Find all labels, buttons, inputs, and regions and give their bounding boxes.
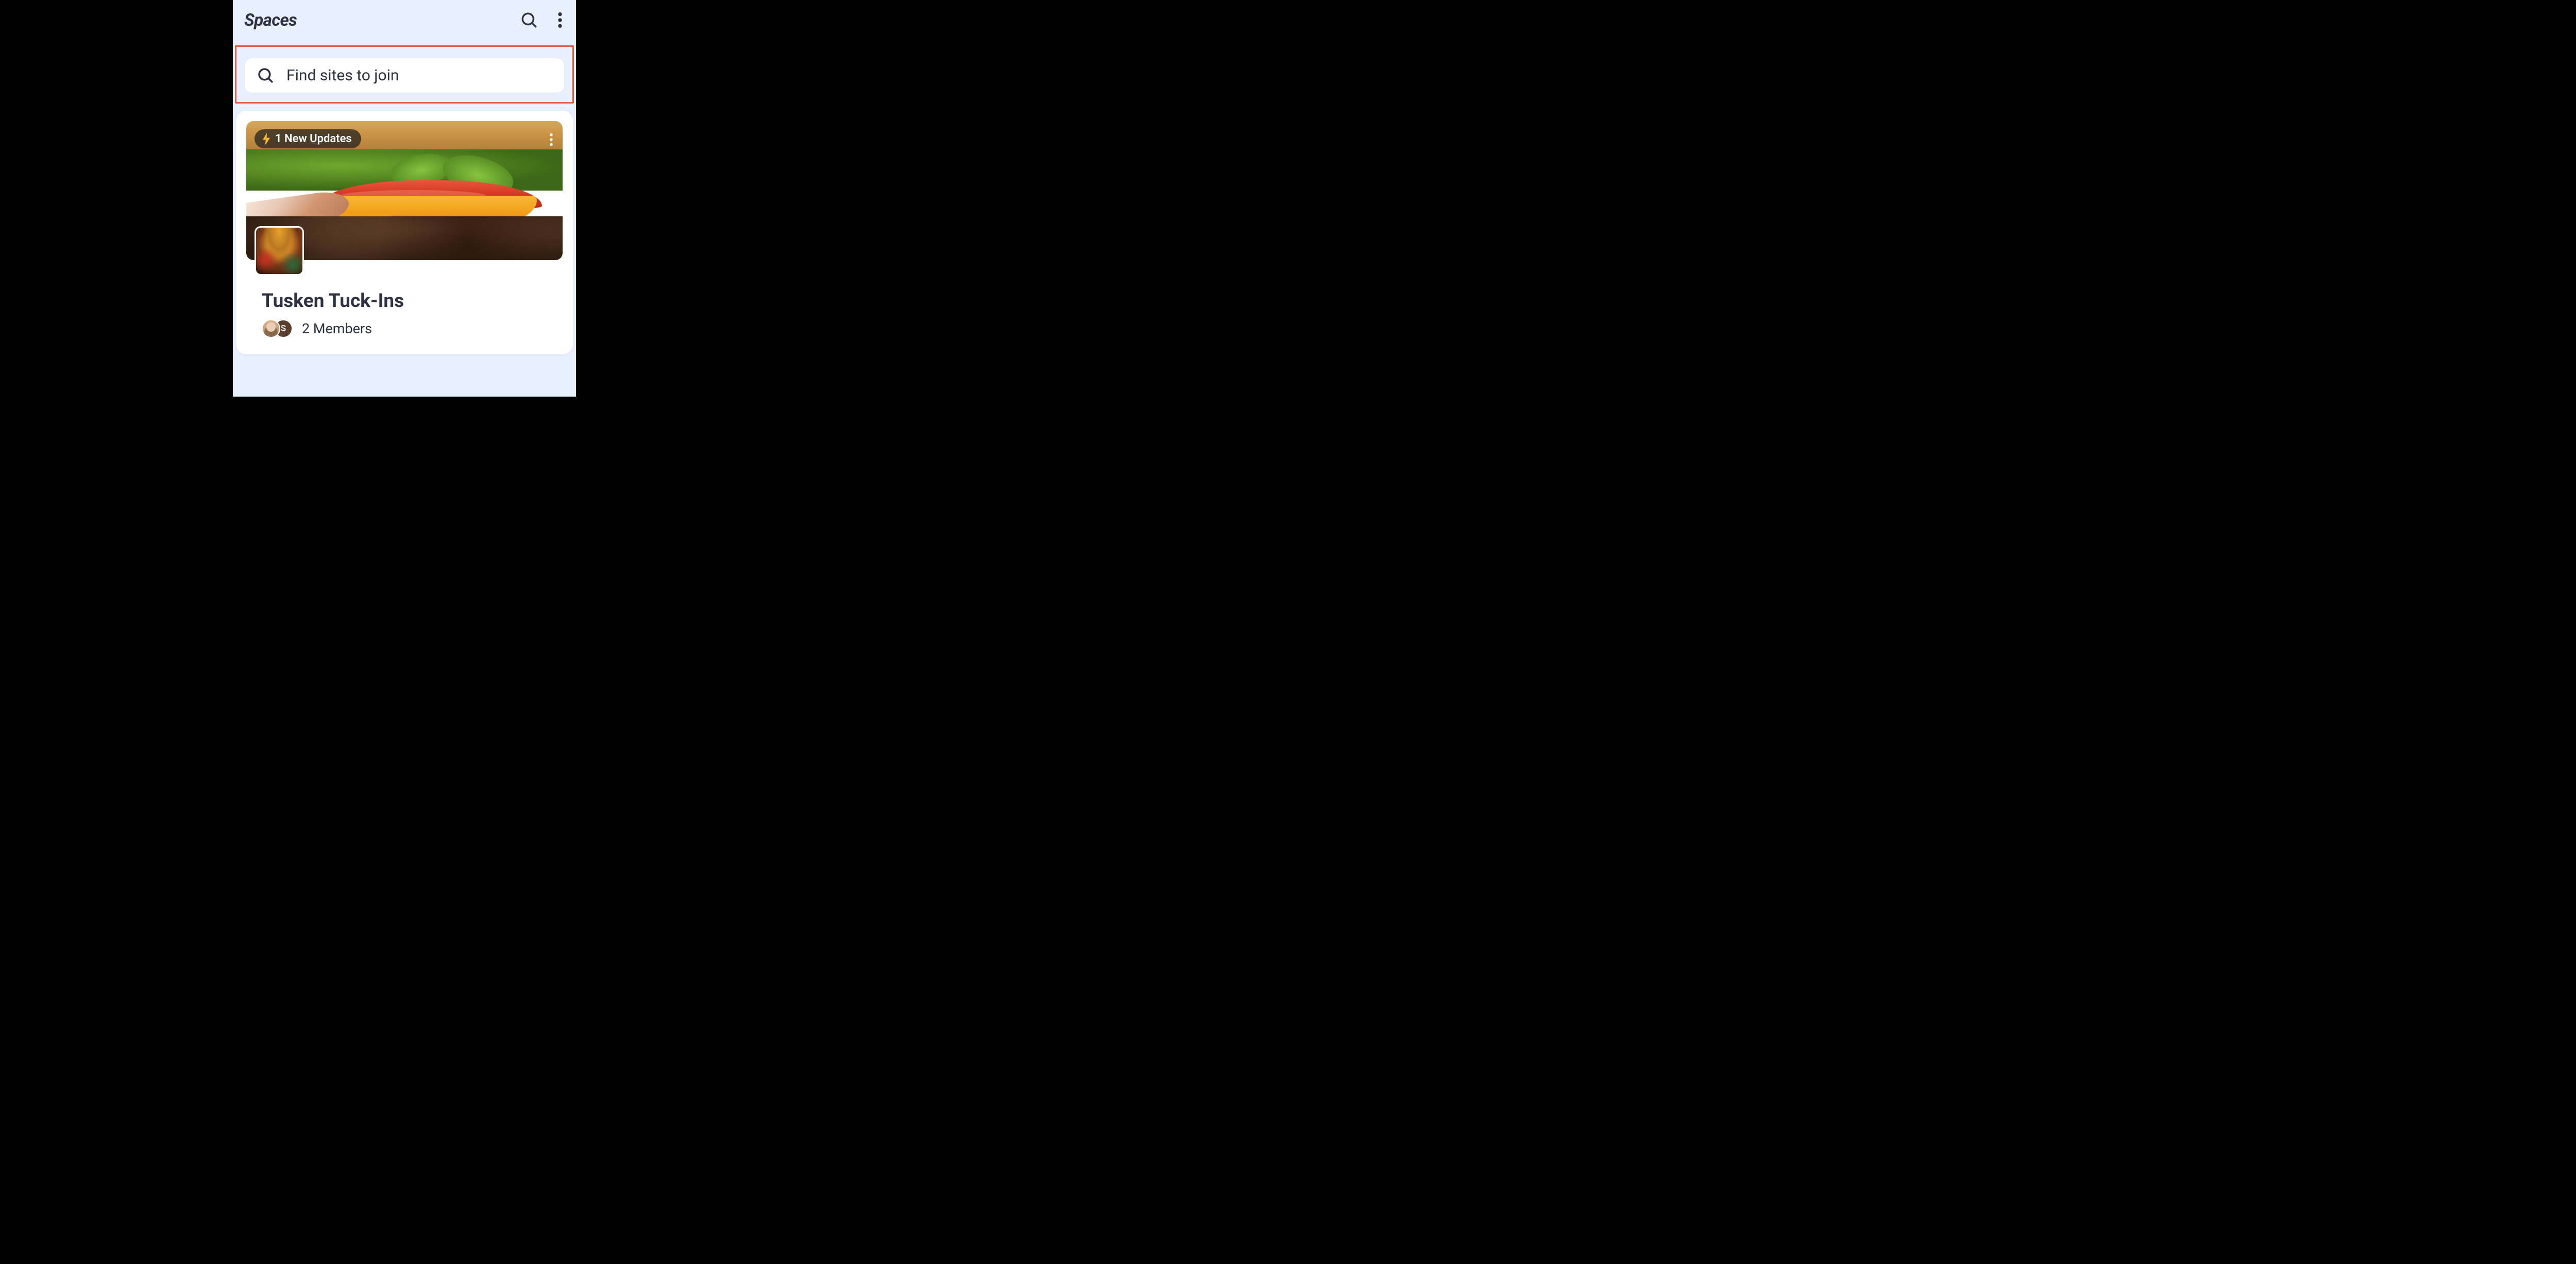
header-search-button[interactable]	[518, 9, 540, 31]
updates-badge-text: 1 New Updates	[275, 132, 352, 145]
search-highlight-box: Find sites to join	[235, 45, 574, 104]
header-more-button[interactable]	[555, 9, 565, 31]
space-card[interactable]: 1 New Updates Tusken Tuck-Ins	[236, 111, 573, 354]
space-thumbnail	[255, 226, 304, 276]
members-count: 2 Members	[302, 320, 372, 337]
card-more-button[interactable]	[546, 129, 556, 150]
updates-badge[interactable]: 1 New Updates	[255, 129, 361, 148]
page-title: Spaces	[244, 10, 297, 30]
search-icon	[520, 11, 538, 29]
card-hero-image: 1 New Updates	[246, 121, 563, 260]
more-vertical-icon	[549, 132, 553, 147]
search-placeholder: Find sites to join	[286, 66, 399, 84]
search-bar[interactable]: Find sites to join	[245, 58, 564, 93]
search-icon	[257, 67, 274, 84]
avatar	[262, 319, 280, 338]
app-container: Spaces	[233, 0, 576, 397]
header-actions	[518, 9, 565, 31]
card-inner: 1 New Updates Tusken Tuck-Ins	[246, 121, 563, 344]
bolt-icon	[262, 133, 271, 145]
space-title: Tusken Tuck-Ins	[262, 290, 552, 312]
more-vertical-icon	[557, 11, 563, 29]
member-avatars: S	[262, 319, 293, 338]
members-row: S 2 Members	[262, 319, 552, 338]
avatar-initial: S	[281, 323, 286, 334]
header: Spaces	[233, 0, 576, 35]
